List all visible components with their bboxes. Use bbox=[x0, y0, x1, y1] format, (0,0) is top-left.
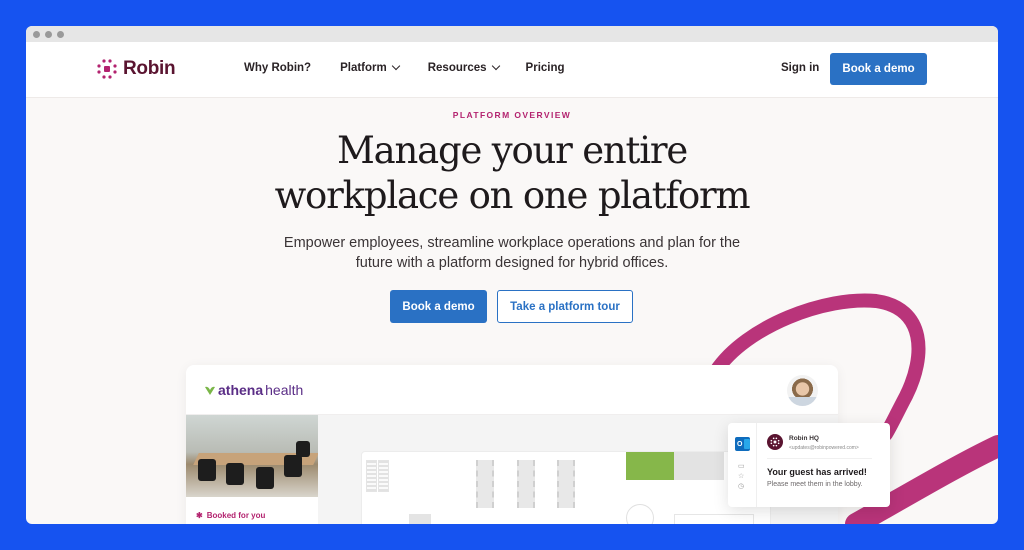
floor-plan-shelf bbox=[366, 460, 377, 492]
guest-arrival-notification[interactable]: O ▭ ☆ ◷ Robin HQ <updates@robinpowered.c… bbox=[728, 423, 890, 507]
inbox-icon[interactable]: ▭ bbox=[738, 463, 745, 471]
nav-link-label: Why Robin? bbox=[244, 62, 312, 74]
user-avatar[interactable] bbox=[787, 375, 818, 406]
photo-chair bbox=[256, 467, 274, 489]
photo-chair bbox=[226, 463, 244, 485]
nav-book-demo-button[interactable]: Book a demo bbox=[830, 53, 927, 85]
window-minimize-control[interactable] bbox=[45, 30, 52, 38]
floor-plan-round-table[interactable] bbox=[626, 504, 654, 524]
photo-chair bbox=[296, 441, 310, 457]
floor-plan-booked-room[interactable] bbox=[626, 452, 674, 480]
conference-room-photo bbox=[186, 415, 318, 497]
sender-name: Robin HQ bbox=[789, 435, 819, 442]
headline-line-1: Manage your entire bbox=[336, 129, 688, 172]
robin-logo-icon bbox=[770, 437, 780, 447]
nav-link-pricing[interactable]: Pricing bbox=[526, 62, 565, 74]
hero-eyebrow: PLATFORM OVERVIEW bbox=[452, 110, 572, 120]
chevron-down-icon bbox=[491, 61, 500, 71]
nav-link-label: Platform bbox=[340, 62, 387, 74]
hero-headline: Manage your entire workplace on one plat… bbox=[26, 128, 998, 218]
booked-for-you-label: ✱ Booked for you bbox=[196, 511, 265, 520]
robin-logo[interactable]: Robin bbox=[96, 58, 176, 80]
star-icon[interactable]: ☆ bbox=[738, 473, 744, 481]
nav-link-resources[interactable]: Resources bbox=[427, 61, 500, 74]
photo-chair bbox=[198, 459, 216, 481]
hero-book-demo-button[interactable]: Book a demo bbox=[390, 290, 487, 323]
customer-logo: athena health bbox=[204, 382, 303, 398]
hero-cta-group: Book a demo Take a platform tour bbox=[390, 290, 633, 323]
nav-link-platform[interactable]: Platform bbox=[340, 61, 400, 74]
leaf-icon bbox=[205, 386, 215, 395]
floor-plan[interactable] bbox=[361, 451, 771, 524]
customer-logo-bold: athena bbox=[218, 382, 264, 398]
nav-link-label: Pricing bbox=[525, 62, 565, 74]
room-card[interactable]: ✱ Booked for you bbox=[186, 415, 318, 524]
floor-plan-desk-cluster[interactable] bbox=[517, 460, 535, 508]
window-maximize-control[interactable] bbox=[57, 30, 64, 38]
sender-email: <updates@robinpowered.com> bbox=[789, 445, 859, 451]
platform-tour-button[interactable]: Take a platform tour bbox=[497, 290, 633, 323]
notification-divider bbox=[767, 458, 872, 459]
notification-body: Please meet them in the lobby. bbox=[767, 481, 863, 488]
floor-plan-block bbox=[409, 514, 431, 524]
headline-line-2: workplace on one platform bbox=[274, 174, 751, 217]
window-chrome bbox=[26, 26, 998, 42]
notification-content: Robin HQ <updates@robinpowered.com> Your… bbox=[757, 423, 890, 507]
floor-plan-room[interactable] bbox=[674, 452, 724, 480]
window-close-control[interactable] bbox=[33, 30, 40, 38]
app-preview-header: athena health bbox=[186, 365, 838, 415]
clock-icon[interactable]: ◷ bbox=[738, 483, 744, 491]
sign-in-link[interactable]: Sign in bbox=[781, 62, 819, 74]
robin-hq-avatar bbox=[767, 434, 783, 450]
logo-wordmark: Robin bbox=[123, 58, 176, 79]
customer-logo-light: health bbox=[265, 382, 304, 398]
floor-plan-shelf bbox=[378, 460, 389, 492]
nav-link-why-robin[interactable]: Why Robin? bbox=[244, 62, 311, 74]
floor-plan-room[interactable] bbox=[674, 514, 754, 524]
primary-nav: Why Robin? Platform Resources Pricing bbox=[244, 61, 565, 74]
robin-logo-icon bbox=[97, 59, 117, 79]
photo-chair bbox=[284, 455, 302, 477]
floor-plan-desk-cluster[interactable] bbox=[557, 460, 575, 508]
nav-link-label: Resources bbox=[427, 62, 487, 74]
notification-title: Your guest has arrived! bbox=[767, 467, 867, 477]
floor-plan-desk-cluster[interactable] bbox=[476, 460, 494, 508]
notification-sidebar: O ▭ ☆ ◷ bbox=[728, 423, 757, 507]
booked-text: Booked for you bbox=[206, 511, 266, 520]
browser-window: Robin Why Robin? Platform Resources Pric… bbox=[26, 26, 998, 524]
subhead-line-2: future with a platform designed for hybr… bbox=[355, 255, 669, 271]
top-navigation: Robin Why Robin? Platform Resources Pric… bbox=[26, 42, 998, 98]
subhead-line-1: Empower employees, streamline workplace … bbox=[283, 235, 741, 251]
hero-subhead: Empower employees, streamline workplace … bbox=[26, 233, 998, 273]
outlook-icon: O bbox=[735, 437, 750, 451]
chevron-down-icon bbox=[391, 61, 400, 71]
sparkle-icon: ✱ bbox=[196, 511, 203, 520]
